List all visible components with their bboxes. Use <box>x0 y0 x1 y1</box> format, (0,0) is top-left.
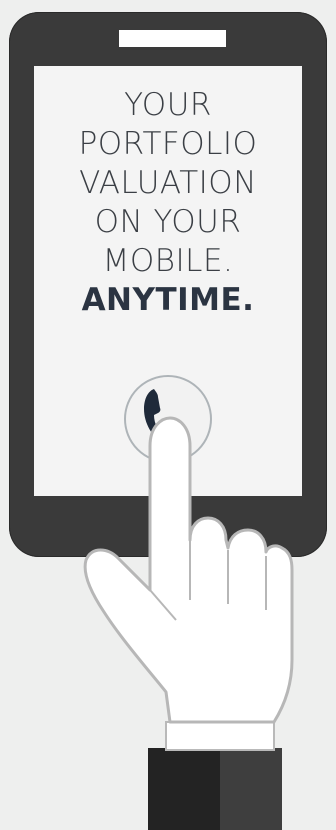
sleeve-dark-panel <box>148 748 220 830</box>
pointing-hand-icon <box>83 416 294 830</box>
hand-shape <box>83 416 294 724</box>
sleeve-light-panel <box>220 748 282 830</box>
shirt-cuff <box>165 721 275 751</box>
